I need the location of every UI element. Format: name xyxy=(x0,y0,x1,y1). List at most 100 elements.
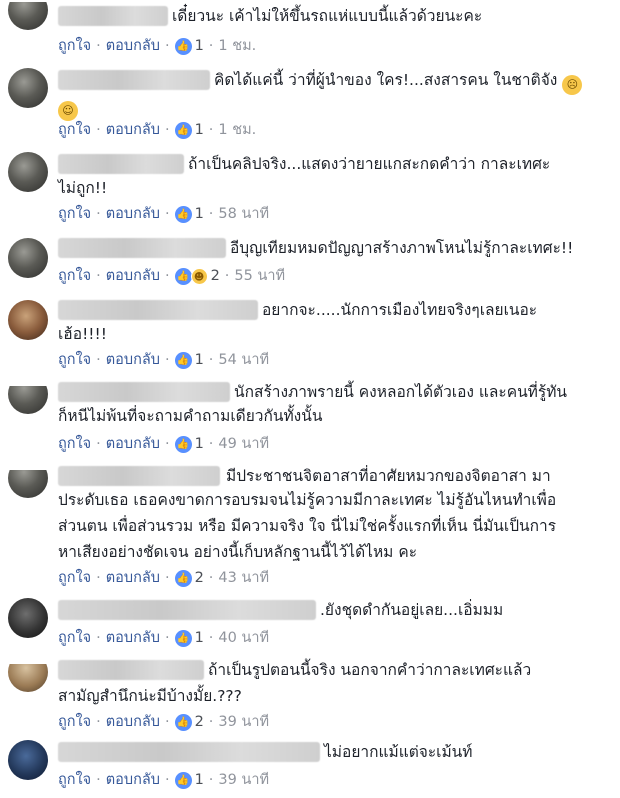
thumbs-up-icon[interactable]: 👍 xyxy=(174,121,192,139)
reaction-count[interactable]: 2 xyxy=(211,266,220,286)
blurred-commenter-name[interactable] xyxy=(58,660,204,680)
timestamp[interactable]: 1 ชม. xyxy=(218,36,256,56)
like-link[interactable]: ถูกใจ xyxy=(58,770,91,790)
thumbs-up-icon[interactable]: 👍 xyxy=(174,37,192,55)
comment-text-cont: สามัญสำนึกน่ะมีบ้างมั้ย.??? xyxy=(58,684,606,708)
like-link[interactable]: ถูกใจ xyxy=(58,568,91,588)
timestamp[interactable]: 40 นาที xyxy=(218,628,269,648)
separator-dot: · xyxy=(96,630,101,646)
timestamp[interactable]: 58 นาที xyxy=(218,204,269,224)
reply-link[interactable]: ตอบกลับ xyxy=(106,350,160,370)
separator-dot: · xyxy=(96,38,101,54)
like-link[interactable]: ถูกใจ xyxy=(58,266,91,286)
comment-line: ถ้าเป็นคลิปจริง...แสดงว่ายายแกสะกดคำว่า … xyxy=(188,155,551,173)
reply-link[interactable]: ตอบกลับ xyxy=(106,568,160,588)
reaction-count[interactable]: 2 xyxy=(195,712,204,732)
avatar[interactable] xyxy=(8,300,48,340)
comment-line: อยากจะ.....นักการเมืองไทยจริงๆเลยเนอะ xyxy=(262,301,538,319)
like-link[interactable]: ถูกใจ xyxy=(58,204,91,224)
like-link[interactable]: ถูกใจ xyxy=(58,434,91,454)
haha-icon[interactable]: ☻ xyxy=(190,267,208,285)
reaction-count[interactable]: 1 xyxy=(195,434,204,454)
reply-link[interactable]: ตอบกลับ xyxy=(106,628,160,648)
blurred-commenter-name[interactable] xyxy=(58,6,168,26)
reaction-count[interactable]: 1 xyxy=(195,350,204,370)
reply-link[interactable]: ตอบกลับ xyxy=(106,266,160,286)
thumbs-up-icon[interactable]: 👍 xyxy=(174,569,192,587)
reaction-count[interactable]: 1 xyxy=(195,204,204,224)
separator-dot: · xyxy=(96,268,101,284)
comment-actions: ถูกใจ · ตอบกลับ · 👍 1 · 54 นาที xyxy=(58,350,269,370)
timestamp[interactable]: 55 นาที xyxy=(234,266,285,286)
reply-link[interactable]: ตอบกลับ xyxy=(106,36,160,56)
blurred-commenter-name[interactable] xyxy=(58,742,320,762)
timestamp[interactable]: 39 นาที xyxy=(218,770,269,790)
thumbs-up-icon[interactable]: 👍 xyxy=(174,713,192,731)
blurred-commenter-name[interactable] xyxy=(58,154,184,174)
timestamp[interactable]: 43 นาที xyxy=(218,568,269,588)
blurred-commenter-name[interactable] xyxy=(58,600,316,620)
blurred-commenter-name[interactable] xyxy=(58,70,210,90)
avatar[interactable] xyxy=(8,238,48,278)
separator-dot: · xyxy=(208,714,214,730)
comment-text: มีประชาชนจิตอาสาที่อาศัยหมวกของจิตอาสา ม… xyxy=(226,464,606,488)
reply-link[interactable]: ตอบกลับ xyxy=(106,712,160,732)
avatar[interactable] xyxy=(8,740,48,780)
thumbs-up-icon[interactable]: 👍 xyxy=(174,205,192,223)
blurred-commenter-name[interactable] xyxy=(58,382,230,402)
reaction-count[interactable]: 2 xyxy=(195,568,204,588)
separator-dot: · xyxy=(164,570,170,586)
avatar[interactable] xyxy=(8,470,48,498)
comment-text-cont: ไม่ถูก!! xyxy=(58,176,606,200)
avatar[interactable] xyxy=(8,386,48,414)
blurred-commenter-name[interactable] xyxy=(58,238,226,258)
blurred-commenter-name[interactable] xyxy=(58,466,220,486)
separator-dot: · xyxy=(224,268,230,284)
comment-actions: ถูกใจ · ตอบกลับ · 👍 1 · 1 ชม. xyxy=(58,120,256,140)
like-link[interactable]: ถูกใจ xyxy=(58,350,91,370)
thumbs-up-icon[interactable]: 👍 xyxy=(174,771,192,789)
comment-text: ถ้าเป็นคลิปจริง...แสดงว่ายายแกสะกดคำว่า … xyxy=(188,152,606,176)
separator-dot: · xyxy=(164,122,170,138)
separator-dot: · xyxy=(208,206,214,222)
reply-link[interactable]: ตอบกลับ xyxy=(106,770,160,790)
comment-actions: ถูกใจ · ตอบกลับ · 👍 1 · 58 นาที xyxy=(58,204,269,224)
comment-text: เดี๋ยวนะ เค้าไม่ให้ขึ้นรถแห่แบบนี้แล้วด้… xyxy=(172,4,606,28)
reply-link[interactable]: ตอบกลับ xyxy=(106,204,160,224)
separator-dot: · xyxy=(96,122,101,138)
separator-dot: · xyxy=(164,630,170,646)
comment-line: หาเสียงอย่างชัดเจน อย่างนี้เก็บหลักฐานนี… xyxy=(58,543,418,561)
reaction-count[interactable]: 1 xyxy=(195,36,204,56)
avatar[interactable] xyxy=(8,664,48,692)
like-link[interactable]: ถูกใจ xyxy=(58,120,91,140)
blurred-commenter-name[interactable] xyxy=(58,300,258,320)
like-link[interactable]: ถูกใจ xyxy=(58,628,91,648)
thumbs-up-icon[interactable]: 👍 xyxy=(174,267,192,285)
thumbs-up-icon[interactable]: 👍 xyxy=(174,435,192,453)
comment-actions: ถูกใจ · ตอบกลับ · 👍 1 · 40 นาที xyxy=(58,628,269,648)
sad-face-emoji-icon: ☹ xyxy=(562,75,583,95)
comment-text-cont: หาเสียงอย่างชัดเจน อย่างนี้เก็บหลักฐานนี… xyxy=(58,540,606,564)
avatar[interactable] xyxy=(8,598,48,638)
reaction-count[interactable]: 1 xyxy=(195,770,204,790)
reaction-count[interactable]: 1 xyxy=(195,628,204,648)
avatar[interactable] xyxy=(8,152,48,192)
like-link[interactable]: ถูกใจ xyxy=(58,712,91,732)
reply-link[interactable]: ตอบกลับ xyxy=(106,120,160,140)
comment-actions: ถูกใจ · ตอบกลับ · 👍 1 · 1 ชม. xyxy=(58,36,256,56)
timestamp[interactable]: 54 นาที xyxy=(218,350,269,370)
thumbs-up-icon[interactable]: 👍 xyxy=(174,351,192,369)
separator-dot: · xyxy=(208,772,214,788)
avatar[interactable] xyxy=(8,2,48,30)
thumbs-up-icon[interactable]: 👍 xyxy=(174,629,192,647)
timestamp[interactable]: 39 นาที xyxy=(218,712,269,732)
timestamp[interactable]: 1 ชม. xyxy=(218,120,256,140)
separator-dot: · xyxy=(208,122,214,138)
reaction-count[interactable]: 1 xyxy=(195,120,204,140)
like-link[interactable]: ถูกใจ xyxy=(58,36,91,56)
comment-text-cont: ประดับเธอ เธอคงขาดการอบรมจนไม่รู้ความมีก… xyxy=(58,488,606,512)
reply-link[interactable]: ตอบกลับ xyxy=(106,434,160,454)
avatar[interactable] xyxy=(8,68,48,108)
timestamp[interactable]: 49 นาที xyxy=(218,434,269,454)
separator-dot: · xyxy=(164,352,170,368)
